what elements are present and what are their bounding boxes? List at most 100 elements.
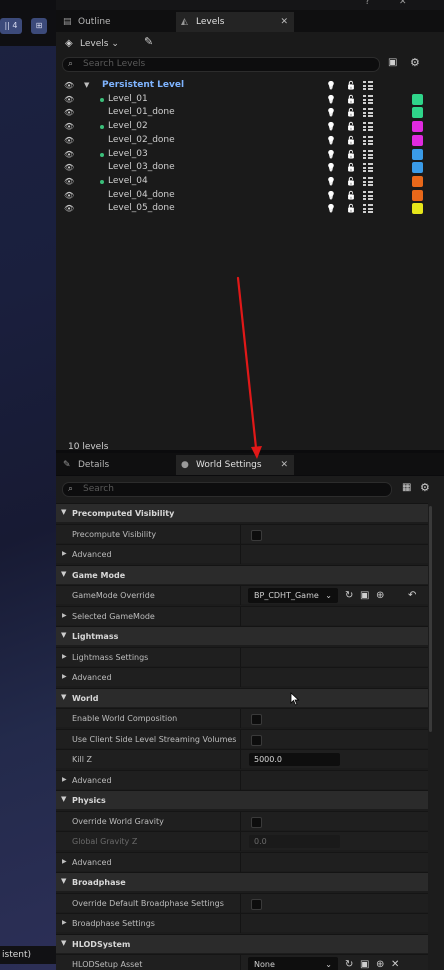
expand-arrow-icon[interactable]: ▶ bbox=[62, 673, 67, 680]
property-row[interactable]: ▶ Advanced bbox=[56, 769, 428, 790]
column-divider[interactable] bbox=[240, 811, 241, 831]
visibility-eye-icon[interactable]: 👁 bbox=[64, 189, 74, 202]
details-scrollbar[interactable] bbox=[429, 506, 432, 732]
lock-icon[interactable]: 🔓 bbox=[346, 161, 356, 174]
level-row[interactable]: 👁 Level_03_done 💡 🔓 bbox=[62, 161, 430, 174]
lighting-bulb-icon[interactable]: 💡 bbox=[326, 175, 336, 188]
expand-arrow-icon[interactable]: ▶ bbox=[62, 550, 67, 557]
lighting-bulb-icon[interactable]: 💡 bbox=[326, 106, 336, 119]
lock-icon[interactable]: 🔓 bbox=[346, 189, 356, 202]
level-row[interactable]: 👁 Level_02_done 💡 🔓 bbox=[62, 134, 430, 147]
column-divider[interactable] bbox=[240, 832, 241, 851]
category-header[interactable]: ▼ Precomputed Visibility bbox=[56, 503, 428, 522]
lighting-bulb-icon[interactable]: 💡 bbox=[326, 79, 336, 92]
level-details-icon[interactable] bbox=[363, 81, 373, 90]
level-row[interactable]: 👁 Level_04_done 💡 🔓 bbox=[62, 189, 430, 202]
property-row[interactable]: ▶ Lightmass Settings bbox=[56, 646, 428, 667]
column-divider[interactable] bbox=[240, 955, 241, 970]
visibility-eye-icon[interactable]: 👁 bbox=[64, 202, 74, 215]
persistent-level-row[interactable]: 👁 ▼ Persistent Level 💡 🔓 bbox=[62, 79, 430, 92]
lock-icon[interactable]: 🔓 bbox=[346, 106, 356, 119]
column-divider[interactable] bbox=[240, 668, 241, 687]
visibility-eye-icon[interactable]: 👁 bbox=[64, 93, 74, 106]
lock-icon[interactable]: 🔓 bbox=[346, 93, 356, 106]
level-row[interactable]: 👁 Level_05_done 💡 🔓 bbox=[62, 202, 430, 215]
level-details-icon[interactable] bbox=[363, 149, 373, 159]
property-checkbox[interactable] bbox=[251, 714, 262, 725]
paint-brush-icon[interactable]: ✎ bbox=[144, 35, 153, 48]
column-divider[interactable] bbox=[240, 750, 241, 769]
lock-icon[interactable]: 🔓 bbox=[346, 79, 356, 92]
level-color-swatch[interactable] bbox=[412, 175, 423, 187]
level-details-icon[interactable] bbox=[363, 94, 373, 104]
property-row[interactable]: ▶ Advanced bbox=[56, 544, 428, 564]
asset-combo-box[interactable]: BP_CDHT_Game ⌄ bbox=[248, 588, 338, 603]
collapse-arrow-icon[interactable]: ▼ bbox=[61, 693, 66, 701]
property-checkbox[interactable] bbox=[251, 898, 262, 910]
tab-details[interactable]: ✎ Details bbox=[58, 455, 170, 475]
levels-dropdown-button[interactable]: ◈ Levels ⌄ bbox=[62, 35, 127, 53]
level-details-icon[interactable] bbox=[363, 108, 373, 118]
close-tab-icon[interactable]: ✕ bbox=[280, 12, 288, 32]
property-row[interactable]: ▶ Advanced bbox=[56, 851, 428, 872]
level-row[interactable]: 👁 Level_02 💡 🔓 bbox=[62, 120, 430, 133]
column-divider[interactable] bbox=[240, 524, 241, 544]
browse-asset-icon[interactable]: ↻ bbox=[345, 588, 353, 603]
property-row[interactable]: ▶ Advanced bbox=[56, 667, 428, 687]
lighting-bulb-icon[interactable]: 💡 bbox=[326, 161, 336, 174]
expand-arrow-icon[interactable]: ▶ bbox=[62, 653, 67, 660]
level-color-swatch[interactable] bbox=[412, 203, 423, 215]
level-viewport[interactable]: || 4 ⊞ istent) bbox=[0, 0, 56, 970]
collapse-arrow-icon[interactable]: ▼ bbox=[61, 508, 66, 516]
add-asset-icon[interactable]: ⊕ bbox=[376, 957, 384, 970]
category-header[interactable]: ▼ Game Mode bbox=[56, 564, 428, 584]
category-header[interactable]: ▼ Broadphase bbox=[56, 872, 428, 891]
open-folder-icon[interactable]: ▣ bbox=[360, 588, 369, 603]
column-divider[interactable] bbox=[240, 647, 241, 667]
collapse-arrow-icon[interactable]: ▼ bbox=[61, 795, 66, 803]
category-header[interactable]: ▼ Physics bbox=[56, 790, 428, 809]
level-color-swatch[interactable] bbox=[412, 107, 423, 119]
gear-icon[interactable]: ⚙ bbox=[420, 481, 430, 494]
column-divider[interactable] bbox=[240, 545, 241, 564]
lighting-bulb-icon[interactable]: 💡 bbox=[326, 120, 336, 133]
column-divider[interactable] bbox=[240, 770, 241, 790]
level-color-swatch[interactable] bbox=[412, 189, 423, 201]
property-checkbox[interactable] bbox=[251, 734, 262, 746]
expand-arrow-icon[interactable]: ▶ bbox=[62, 776, 67, 783]
visibility-eye-icon[interactable]: 👁 bbox=[64, 148, 74, 161]
lighting-bulb-icon[interactable]: 💡 bbox=[326, 189, 336, 202]
level-color-swatch[interactable] bbox=[412, 93, 423, 105]
close-tab-icon[interactable]: ✕ bbox=[280, 455, 288, 475]
tab-levels[interactable]: ◭ Levels ✕ bbox=[176, 12, 294, 32]
tab-outline[interactable]: ▤ Outline bbox=[58, 12, 174, 32]
viewport-grid-button[interactable]: ⊞ bbox=[31, 18, 47, 34]
close-icon[interactable]: ✕ bbox=[399, 0, 407, 7]
column-divider[interactable] bbox=[240, 914, 241, 933]
lock-icon[interactable]: 🔓 bbox=[346, 120, 356, 133]
level-row[interactable]: 👁 Level_03 💡 🔓 bbox=[62, 148, 430, 161]
clear-icon[interactable]: ✕ bbox=[391, 957, 399, 970]
column-divider[interactable] bbox=[240, 606, 241, 626]
level-color-swatch[interactable] bbox=[412, 134, 423, 146]
category-header[interactable]: ▼ World bbox=[56, 687, 428, 707]
level-details-icon[interactable] bbox=[363, 135, 373, 145]
visibility-eye-icon[interactable]: 👁 bbox=[64, 106, 74, 119]
expand-arrow-icon[interactable]: ▶ bbox=[62, 612, 67, 619]
help-icon[interactable]: ? bbox=[365, 0, 370, 7]
lock-icon[interactable]: 🔓 bbox=[346, 134, 356, 147]
collapse-arrow-icon[interactable]: ▼ bbox=[61, 570, 66, 578]
reset-to-default-icon[interactable]: ↶ bbox=[408, 588, 416, 603]
level-color-swatch[interactable] bbox=[412, 121, 423, 133]
add-asset-icon[interactable]: ⊕ bbox=[376, 588, 384, 603]
level-color-swatch[interactable] bbox=[412, 148, 423, 160]
category-header[interactable]: ▼ Lightmass bbox=[56, 626, 428, 645]
level-row[interactable]: 👁 Level_04 💡 🔓 bbox=[62, 175, 430, 188]
property-checkbox[interactable] bbox=[251, 816, 262, 828]
lighting-bulb-icon[interactable]: 💡 bbox=[326, 134, 336, 147]
column-divider[interactable] bbox=[240, 852, 241, 872]
column-divider[interactable] bbox=[240, 709, 241, 728]
expand-arrow-icon[interactable]: ▼ bbox=[84, 79, 89, 92]
visibility-eye-icon[interactable]: 👁 bbox=[64, 134, 74, 147]
asset-combo-box[interactable]: None ⌄ bbox=[248, 957, 338, 970]
